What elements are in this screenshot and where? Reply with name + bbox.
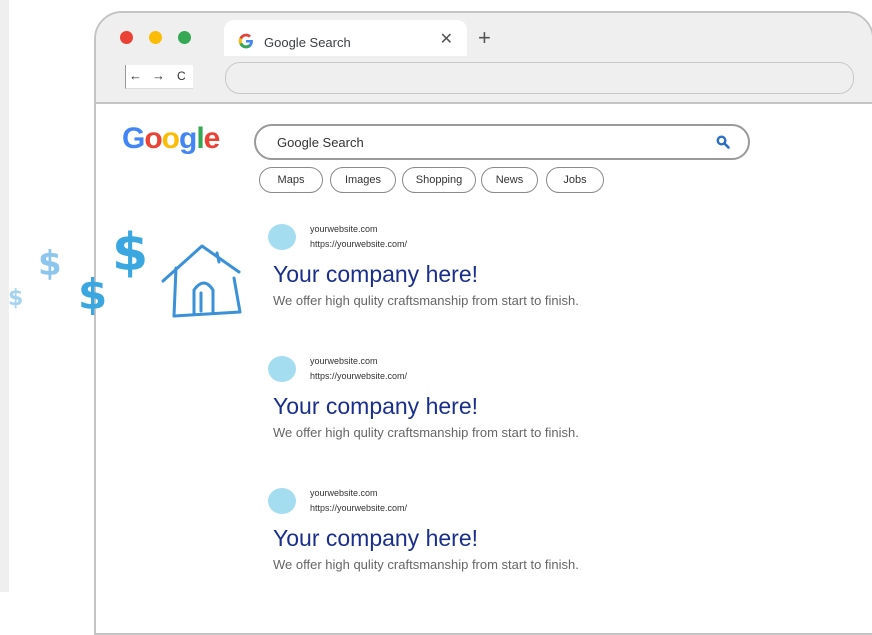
result-domain: yourwebsite.com: [310, 356, 378, 366]
result-title-link[interactable]: Your company here!: [273, 393, 478, 420]
decoration: $ $ $ $: [8, 223, 242, 319]
google-logo: Google: [122, 122, 220, 155]
search-icon[interactable]: [716, 135, 730, 149]
result-title-link[interactable]: Your company here!: [273, 261, 478, 288]
result-title-link[interactable]: Your company here!: [273, 525, 478, 552]
maximize-window-button[interactable]: [178, 31, 191, 44]
minimize-window-button[interactable]: [149, 31, 162, 44]
reload-icon[interactable]: C: [177, 69, 186, 83]
result-url[interactable]: https://yourwebsite.com/: [310, 239, 407, 249]
dollar-sign-icon: $: [78, 270, 107, 319]
close-window-button[interactable]: [120, 31, 133, 44]
filter-news[interactable]: News: [481, 167, 538, 193]
address-bar[interactable]: [225, 62, 854, 94]
dollar-sign-icon: $: [38, 244, 62, 284]
result-domain: yourwebsite.com: [310, 488, 378, 498]
close-tab-icon[interactable]: ✕: [440, 32, 453, 48]
new-tab-icon[interactable]: +: [478, 27, 491, 49]
favicon: [268, 224, 296, 250]
result-url[interactable]: https://yourwebsite.com/: [310, 371, 407, 381]
search-query: Google Search: [277, 135, 364, 150]
search-input[interactable]: Google Search: [254, 124, 750, 160]
filter-jobs[interactable]: Jobs: [546, 167, 604, 193]
favicon: [268, 488, 296, 514]
tab-title: Google Search: [264, 35, 351, 50]
dollar-sign-icon: $: [112, 223, 148, 283]
result-description: We offer high qulity craftsmanship from …: [273, 557, 579, 572]
filter-shopping[interactable]: Shopping: [402, 167, 476, 193]
house-icon: [161, 244, 242, 318]
dollar-sign-icon: $: [8, 286, 23, 311]
result-description: We offer high qulity craftsmanship from …: [273, 425, 579, 440]
result-domain: yourwebsite.com: [310, 224, 378, 234]
browser-tab[interactable]: Google Search ✕: [224, 20, 467, 56]
forward-arrow-icon[interactable]: →: [152, 68, 165, 83]
browser-chrome: Google Search ✕ + ← → C: [96, 13, 872, 104]
filter-images[interactable]: Images: [330, 167, 396, 193]
back-arrow-icon[interactable]: ←: [129, 68, 142, 83]
google-icon: [238, 33, 253, 49]
result-description: We offer high qulity craftsmanship from …: [273, 293, 579, 308]
favicon: [268, 356, 296, 382]
filter-maps[interactable]: Maps: [259, 167, 323, 193]
result-url[interactable]: https://yourwebsite.com/: [310, 503, 407, 513]
navigation-buttons: ← → C: [125, 65, 193, 89]
